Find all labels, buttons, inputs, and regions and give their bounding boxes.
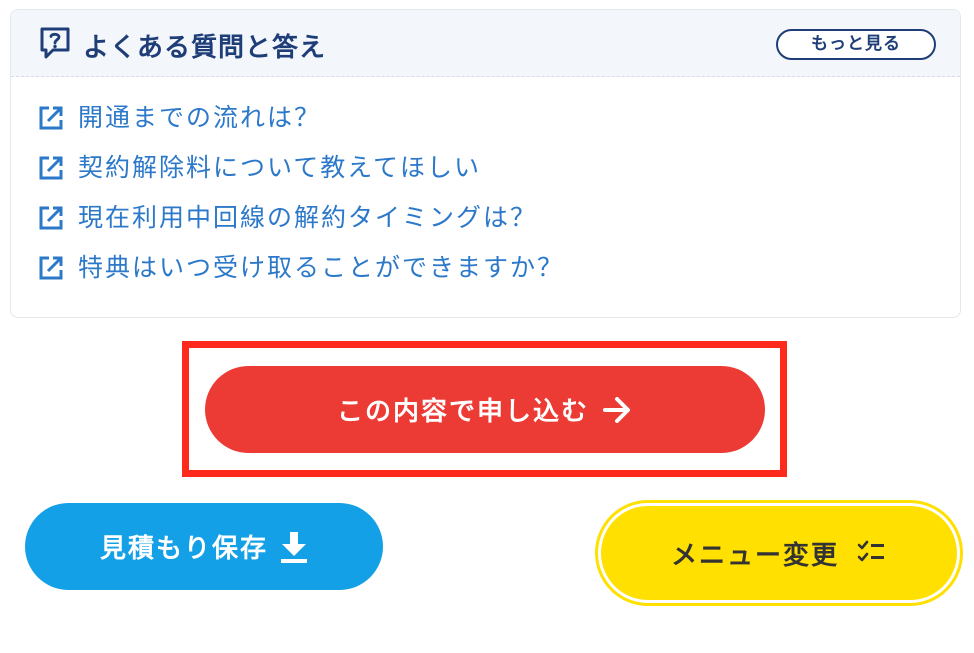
external-link-icon [39,206,63,230]
external-link-icon [39,156,63,180]
external-link-icon [39,106,63,130]
faq-header: よくある質問と答え もっと見る [11,10,960,77]
download-icon [281,531,307,563]
faq-item[interactable]: 契約解除料について教えてほしい [38,150,564,200]
external-link-icon [39,256,63,280]
faq-item[interactable]: 特典はいつ受け取ることができますか？ [38,250,564,300]
checklist-icon [857,540,884,562]
apply-button-label: この内容で申し込む [336,397,589,427]
question-bubble-icon [40,27,70,59]
faq-item[interactable]: 開通までの流れは？ [38,100,564,150]
faq-card: よくある質問と答え もっと見る 開通までの流れは？ 契約解除料について教えてほし… [10,9,961,318]
faq-item-link[interactable]: 現在利用中回線の解約タイミングは？ [78,200,537,236]
faq-item-link[interactable]: 開通までの流れは？ [78,100,321,136]
faq-item-link[interactable]: 契約解除料について教えてほしい [78,150,481,186]
faq-list: 開通までの流れは？ 契約解除料について教えてほしい 現在利用中回線の解約タイミン… [38,100,564,300]
change-menu-label: メニュー変更 [670,540,839,571]
more-button[interactable]: もっと見る [776,29,936,60]
faq-item-link[interactable]: 特典はいつ受け取ることができますか？ [78,250,564,286]
faq-item[interactable]: 現在利用中回線の解約タイミングは？ [38,200,564,250]
arrow-right-icon [603,396,630,423]
save-estimate-button[interactable]: 見積もり保存 [25,503,383,590]
save-estimate-label: 見積もり保存 [99,534,268,564]
change-menu-button[interactable]: メニュー変更 [598,503,960,603]
apply-button[interactable]: この内容で申し込む [205,366,765,453]
faq-title: よくある質問と答え [83,33,327,63]
